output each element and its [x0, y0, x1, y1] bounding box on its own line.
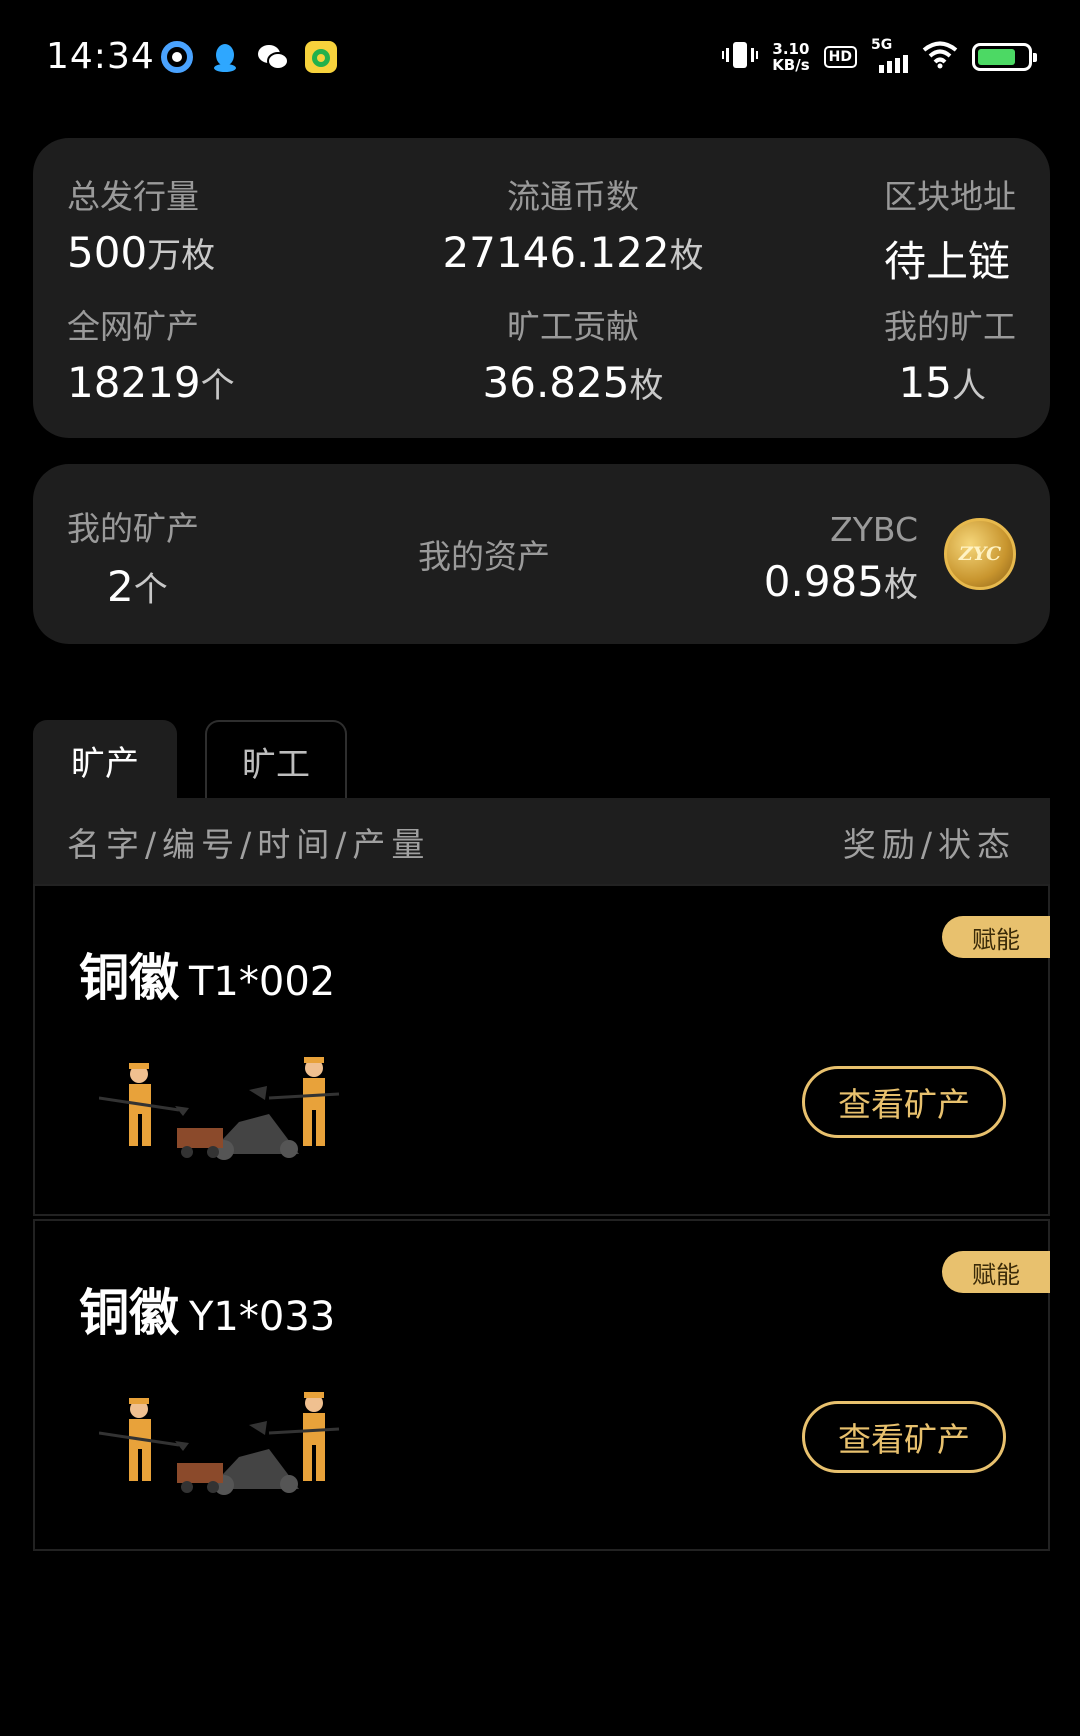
stat-label: 区块地址	[884, 177, 1016, 216]
list-item: 赋能 铜徽 T1*002 查看矿产	[33, 884, 1050, 1216]
item-name: 铜徽	[79, 949, 179, 1007]
item-title: 铜徽 Y1*033	[79, 1273, 335, 1345]
stat-label: 我的旷工	[884, 307, 1016, 346]
stat-label: 全网矿产	[67, 307, 199, 346]
signal-icon: 5G	[871, 37, 908, 73]
asset-card: 我的矿产 2个 我的资产 ZYBC 0.985枚 ZYC	[33, 464, 1050, 644]
list-header-right: 奖励/状态	[842, 825, 1016, 864]
network-speed-unit: KB/s	[772, 56, 810, 74]
stat-value: 36.825枚	[482, 358, 664, 407]
status-badge: 赋能	[942, 1251, 1050, 1293]
stat-label: 旷工贡献	[507, 307, 639, 346]
item-title: 铜徽 T1*002	[79, 938, 335, 1010]
miners-illustration-icon	[98, 1389, 349, 1499]
coin-symbol: ZYBC	[830, 510, 918, 549]
status-time: 14:34	[46, 36, 155, 77]
stats-card: 总发行量 500万枚 流通币数 27146.122枚 区块地址 待上链 全网矿产…	[33, 138, 1050, 438]
item-code: T1*002	[189, 959, 336, 1005]
coin-value: 0.985枚	[763, 557, 918, 606]
stat-value: 18219个	[67, 358, 235, 407]
stat-label: 总发行量	[67, 177, 199, 216]
vibrate-icon	[722, 40, 759, 74]
wechat-icon	[256, 40, 290, 74]
stat-network-mines: 全网矿产 18219个	[67, 300, 235, 407]
tab-miners[interactable]: 旷工	[205, 720, 347, 800]
my-mines: 我的矿产 2个	[67, 502, 199, 611]
stat-circulating: 流通币数 27146.122枚	[373, 170, 773, 277]
view-mine-button[interactable]: 查看矿产	[802, 1066, 1006, 1138]
browser-icon	[160, 40, 194, 74]
stat-my-miners: 我的旷工 15人	[884, 300, 1016, 407]
system-icons: 3.10 KB/s HD 5G	[722, 37, 1037, 74]
status-badge: 赋能	[942, 916, 1050, 958]
qq-music-icon	[304, 40, 338, 74]
tab-mines[interactable]: 旷产	[33, 720, 177, 800]
list-header: 名字/编号/时间/产量 奖励/状态	[33, 798, 1050, 886]
stat-value: 500万枚	[67, 228, 216, 277]
notification-icons	[160, 40, 338, 74]
stat-block-address: 区块地址 待上链	[884, 170, 1016, 289]
status-bar: 14:34 3.10 KB/s HD 5G	[0, 0, 1080, 118]
hd-badge: HD	[823, 46, 857, 68]
list-header-left: 名字/编号/时间/产量	[67, 825, 431, 864]
qq-icon	[208, 40, 242, 74]
item-name: 铜徽	[79, 1284, 179, 1342]
my-assets-label: 我的资产	[418, 537, 550, 576]
item-code: Y1*033	[189, 1294, 336, 1340]
network-speed: 3.10 KB/s	[772, 41, 809, 73]
network-speed-value: 3.10	[772, 40, 810, 58]
coin-balance: ZYBC 0.985枚	[764, 510, 918, 606]
view-mine-button[interactable]: 查看矿产	[802, 1401, 1006, 1473]
wifi-icon	[922, 41, 958, 73]
stat-value: 15人	[898, 358, 986, 407]
my-mines-label: 我的矿产	[67, 509, 199, 548]
my-mines-value: 2个	[107, 562, 168, 611]
miners-illustration-icon	[98, 1054, 349, 1164]
network-type: 5G	[871, 37, 893, 53]
coin-logo-icon: ZYC	[944, 518, 1016, 590]
stat-miner-contribution: 旷工贡献 36.825枚	[373, 300, 773, 407]
stat-value: 27146.122枚	[442, 228, 704, 277]
battery-icon	[972, 43, 1037, 71]
stat-total-supply: 总发行量 500万枚	[67, 170, 215, 277]
stat-value: 待上链	[883, 237, 1010, 286]
stat-label: 流通币数	[507, 177, 639, 216]
list-item: 赋能 铜徽 Y1*033 查看矿产	[33, 1219, 1050, 1551]
